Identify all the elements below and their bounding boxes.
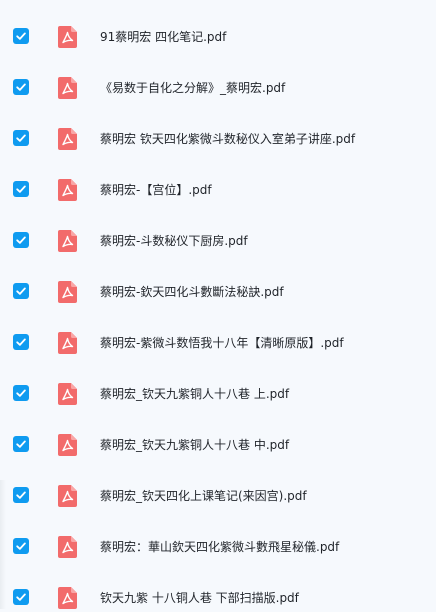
checkmark-icon bbox=[16, 593, 26, 601]
pdf-file-icon bbox=[58, 128, 77, 150]
file-checkbox[interactable] bbox=[13, 79, 29, 95]
file-row[interactable]: 蔡明宏-斗数秘仪下厨房.pdf bbox=[0, 204, 436, 255]
file-name[interactable]: 蔡明宏-斗数秘仪下厨房.pdf bbox=[100, 232, 248, 250]
file-name[interactable]: 蔡明宏：華山欽天四化紫微斗數飛星秘儀.pdf bbox=[100, 538, 339, 556]
file-row[interactable]: 蔡明宏-紫微斗数悟我十八年【清晰原版】.pdf bbox=[0, 306, 436, 357]
file-name[interactable]: 钦天九紫 十八铜人巷 下部扫描版.pdf bbox=[100, 589, 299, 607]
file-row[interactable]: 蔡明宏_钦天九紫铜人十八巷 中.pdf bbox=[0, 408, 436, 459]
pdf-file-icon bbox=[58, 536, 77, 558]
checkmark-icon bbox=[16, 83, 26, 91]
file-name[interactable]: 蔡明宏 钦天四化紫微斗数秘仪入室弟子讲座.pdf bbox=[100, 130, 355, 148]
file-row[interactable]: 蔡明宏_钦天四化上课笔记(来因宫).pdf bbox=[0, 459, 436, 510]
panel-edge-shadow bbox=[0, 480, 6, 609]
file-name[interactable]: 《易数于自化之分解》_蔡明宏.pdf bbox=[100, 79, 285, 97]
pdf-file-icon bbox=[58, 587, 77, 609]
file-row[interactable]: 91蔡明宏 四化笔记.pdf bbox=[0, 0, 436, 51]
checkmark-icon bbox=[16, 287, 26, 295]
file-checkbox[interactable] bbox=[13, 28, 29, 44]
file-row[interactable]: 《易数于自化之分解》_蔡明宏.pdf bbox=[0, 51, 436, 102]
checkmark-icon bbox=[16, 491, 26, 499]
checkmark-icon bbox=[16, 440, 26, 448]
file-checkbox[interactable] bbox=[13, 589, 29, 605]
checkmark-icon bbox=[16, 389, 26, 397]
checkmark-icon bbox=[16, 542, 26, 550]
pdf-file-icon bbox=[58, 383, 77, 405]
file-name[interactable]: 蔡明宏_钦天九紫铜人十八巷 上.pdf bbox=[100, 385, 289, 403]
file-row[interactable]: 蔡明宏_钦天九紫铜人十八巷 上.pdf bbox=[0, 357, 436, 408]
file-name[interactable]: 蔡明宏-【宫位】.pdf bbox=[100, 181, 212, 199]
file-row[interactable]: 蔡明宏：華山欽天四化紫微斗數飛星秘儀.pdf bbox=[0, 510, 436, 561]
checkmark-icon bbox=[16, 32, 26, 40]
file-name[interactable]: 蔡明宏-欽天四化斗數斷法秘訣.pdf bbox=[100, 283, 284, 301]
file-checkbox[interactable] bbox=[13, 385, 29, 401]
file-list: 91蔡明宏 四化笔记.pdf 《易数于自化之分解》_蔡明宏.pdf 蔡明宏 钦天四化… bbox=[0, 0, 436, 612]
pdf-file-icon bbox=[58, 281, 77, 303]
pdf-file-icon bbox=[58, 434, 77, 456]
file-name[interactable]: 蔡明宏_钦天四化上课笔记(来因宫).pdf bbox=[100, 487, 307, 505]
file-name[interactable]: 91蔡明宏 四化笔记.pdf bbox=[100, 28, 226, 46]
file-checkbox[interactable] bbox=[13, 181, 29, 197]
pdf-file-icon bbox=[58, 332, 77, 354]
checkmark-icon bbox=[16, 236, 26, 244]
file-row[interactable]: 蔡明宏-【宫位】.pdf bbox=[0, 153, 436, 204]
file-row[interactable]: 蔡明宏-欽天四化斗數斷法秘訣.pdf bbox=[0, 255, 436, 306]
pdf-file-icon bbox=[58, 26, 77, 48]
file-row[interactable]: 蔡明宏 钦天四化紫微斗数秘仪入室弟子讲座.pdf bbox=[0, 102, 436, 153]
file-checkbox[interactable] bbox=[13, 283, 29, 299]
checkmark-icon bbox=[16, 134, 26, 142]
file-checkbox[interactable] bbox=[13, 334, 29, 350]
pdf-file-icon bbox=[58, 485, 77, 507]
file-name[interactable]: 蔡明宏_钦天九紫铜人十八巷 中.pdf bbox=[100, 436, 289, 454]
file-checkbox[interactable] bbox=[13, 538, 29, 554]
file-checkbox[interactable] bbox=[13, 232, 29, 248]
checkmark-icon bbox=[16, 185, 26, 193]
file-checkbox[interactable] bbox=[13, 487, 29, 503]
file-row[interactable]: 钦天九紫 十八铜人巷 下部扫描版.pdf bbox=[0, 561, 436, 612]
pdf-file-icon bbox=[58, 230, 77, 252]
checkmark-icon bbox=[16, 338, 26, 346]
pdf-file-icon bbox=[58, 179, 77, 201]
pdf-file-icon bbox=[58, 77, 77, 99]
file-name[interactable]: 蔡明宏-紫微斗数悟我十八年【清晰原版】.pdf bbox=[100, 334, 344, 352]
file-checkbox[interactable] bbox=[13, 436, 29, 452]
file-checkbox[interactable] bbox=[13, 130, 29, 146]
